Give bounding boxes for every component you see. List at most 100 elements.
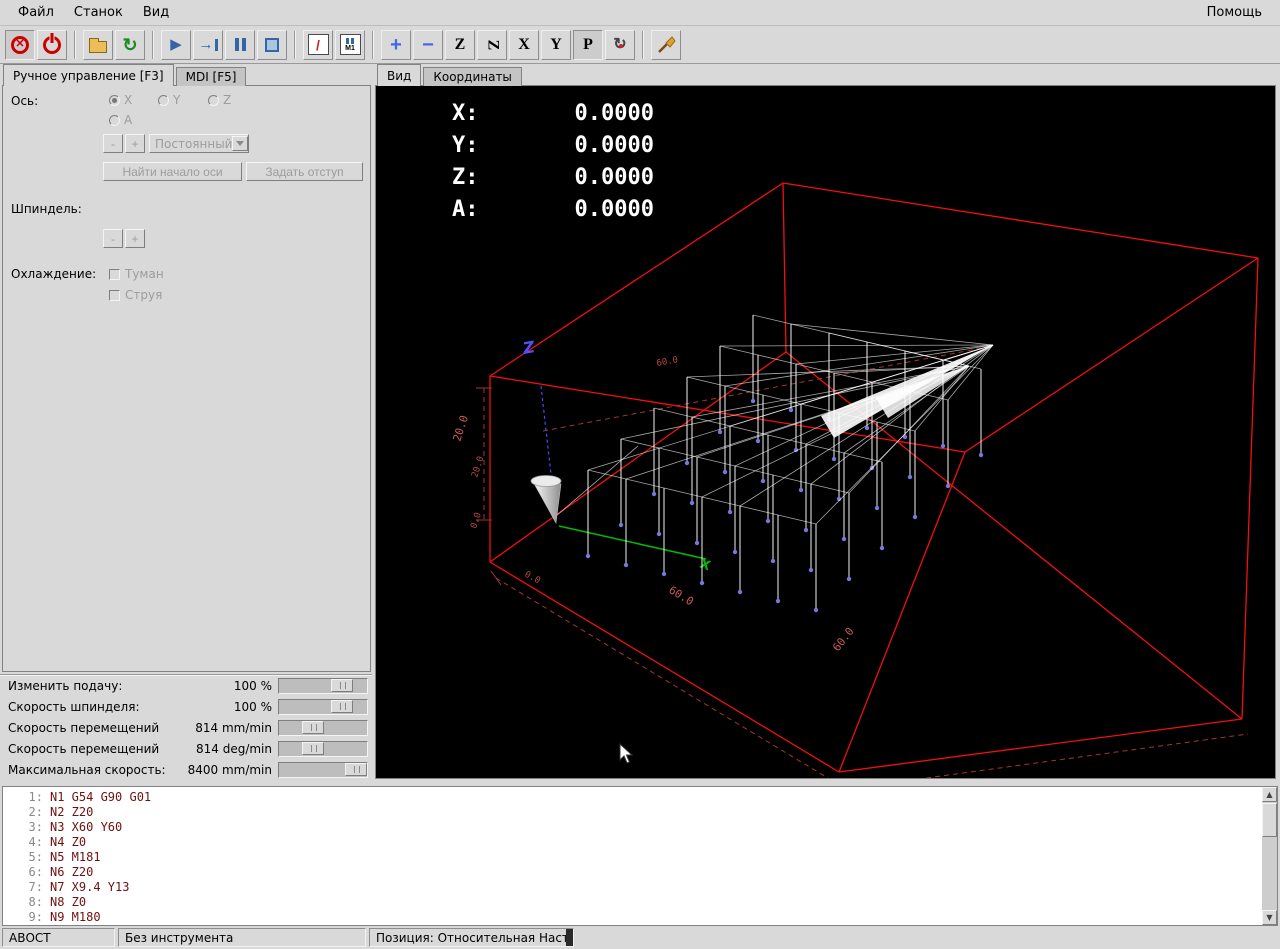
view-z-button[interactable]: Z: [445, 30, 475, 60]
origin-axes: Z X: [520, 337, 712, 574]
pause-button[interactable]: [225, 30, 255, 60]
skip-lines-toggle[interactable]: /: [303, 30, 333, 60]
view-z-rotated-button[interactable]: Z: [477, 30, 507, 60]
toolbar-separator: [372, 31, 374, 59]
zoom-in-button[interactable]: +: [381, 30, 411, 60]
home-axis-button[interactable]: Найти начало оси: [103, 162, 242, 181]
mist-label: Туман: [125, 267, 164, 281]
rotate-view-button[interactable]: ↻: [605, 30, 635, 60]
tab-dro[interactable]: Координаты: [423, 67, 522, 86]
gcode-line[interactable]: 1:N1 G54 G90 G01: [3, 790, 1277, 805]
radio-icon: [158, 95, 169, 106]
open-file-button[interactable]: [83, 30, 113, 60]
jog-minus-button[interactable]: -: [103, 134, 123, 153]
gcode-line-number: 3:: [3, 820, 43, 835]
gcode-line[interactable]: 3: N3 X60 Y60: [3, 820, 1277, 835]
slider-thumb[interactable]: [331, 679, 353, 692]
slider-label: Изменить подачу:: [8, 679, 166, 693]
stop-button[interactable]: [257, 30, 287, 60]
dro-readout: X:0.0000 Y:0.0000 Z:0.0000 A:0.0000: [452, 98, 654, 226]
dro-value: 0.0000: [504, 162, 654, 194]
axis-radio-a[interactable]: A: [109, 113, 132, 127]
slider-value: 814 deg/min: [172, 742, 272, 756]
jog-mode-dropdown[interactable]: Постоянный: [149, 134, 249, 153]
scroll-up-icon[interactable]: ▲: [1262, 787, 1277, 802]
dropdown-arrow-icon: [232, 136, 248, 151]
spindle-override-slider[interactable]: [278, 699, 368, 715]
angular-jog-speed-slider[interactable]: [278, 741, 368, 757]
step-button[interactable]: →: [193, 30, 223, 60]
optional-stop-icon: M1: [340, 34, 361, 55]
run-button[interactable]: ▶: [161, 30, 191, 60]
dim-label-width: 60.0: [666, 583, 695, 608]
estop-button[interactable]: ✕: [5, 30, 35, 60]
machine-power-button[interactable]: [37, 30, 67, 60]
tab-preview[interactable]: Вид: [377, 64, 421, 86]
menu-view[interactable]: Вид: [135, 2, 177, 23]
slider-value: 100 %: [172, 700, 272, 714]
view-perspective-button[interactable]: P: [573, 30, 603, 60]
gcode-line-text: N4 Z0: [50, 835, 86, 850]
gcode-line[interactable]: 9:N9 M180: [3, 910, 1277, 925]
axis-radio-y[interactable]: Y: [158, 93, 180, 107]
scrollbar-thumb[interactable]: [1262, 803, 1277, 837]
axis-radio-x[interactable]: X: [109, 93, 132, 107]
gcode-line[interactable]: 6:N6 Z20: [3, 865, 1277, 880]
rotate-icon: ↻: [613, 37, 626, 53]
view-x-button[interactable]: X: [509, 30, 539, 60]
menu-file[interactable]: Файл: [10, 2, 62, 23]
spindle-plus-button[interactable]: +: [125, 229, 145, 248]
gcode-line-text: N3 X60 Y60: [50, 820, 122, 835]
dro-axis: Z:: [452, 162, 504, 194]
clear-plot-icon: [656, 35, 676, 55]
estop-icon: ✕: [11, 36, 29, 54]
statusbar: АВОСТ Без инструмента Позиция: Относител…: [0, 927, 1280, 949]
reload-button[interactable]: ↻: [115, 30, 145, 60]
menu-help[interactable]: Помощь: [1199, 2, 1270, 23]
spindle-minus-button[interactable]: -: [103, 229, 123, 248]
toolbar: ✕ ↻ ▶ → / M1 + − Z Z: [0, 26, 1280, 64]
slider-label: Скорость перемещений: [8, 742, 166, 756]
gcode-line[interactable]: 7:N7 X9.4 Y13: [3, 880, 1277, 895]
view-y-icon: Y: [550, 37, 562, 53]
zoom-in-icon: +: [390, 35, 402, 55]
status-position: Позиция: Относительная Насто: [369, 928, 574, 947]
menu-machine[interactable]: Станок: [66, 2, 131, 23]
gcode-line[interactable]: 5:N5 M181: [3, 850, 1277, 865]
max-velocity-slider[interactable]: [278, 762, 368, 778]
jog-speed-slider[interactable]: [278, 720, 368, 736]
slider-thumb[interactable]: [345, 763, 367, 776]
axis-radio-z-label: Z: [223, 93, 231, 107]
view-z-icon: Z: [455, 37, 466, 53]
gcode-scrollbar[interactable]: ▲ ▼: [1262, 787, 1277, 925]
gcode-line[interactable]: 2:N2 Z20: [3, 805, 1277, 820]
clear-plot-button[interactable]: [651, 30, 681, 60]
optional-stop-toggle[interactable]: M1: [335, 30, 365, 60]
scroll-down-icon[interactable]: ▼: [1262, 910, 1277, 925]
gcode-line-number: 2:: [3, 805, 43, 820]
gcode-line[interactable]: 8:N8 Z0: [3, 895, 1277, 910]
feed-override-slider[interactable]: [278, 678, 368, 694]
gcode-lines: 1:N1 G54 G90 G01 2:N2 Z20 3: N3 X60 Y60 4…: [3, 787, 1277, 925]
dim-label-zero-a: 0.0: [469, 511, 484, 530]
tab-mdi[interactable]: MDI [F5]: [176, 67, 247, 86]
axis-radio-z[interactable]: Z: [208, 93, 231, 107]
pause-icon: [235, 38, 246, 51]
view-y-button[interactable]: Y: [541, 30, 571, 60]
slider-label: Скорость шпинделя:: [8, 700, 166, 714]
gcode-line[interactable]: 4:N4 Z0: [3, 835, 1277, 850]
slider-thumb[interactable]: [302, 742, 324, 755]
slider-thumb[interactable]: [302, 721, 324, 734]
flood-checkbox[interactable]: Струя: [109, 288, 162, 302]
tab-manual-control[interactable]: Ручное управление [F3]: [3, 64, 174, 86]
gcode-listing[interactable]: 1:N1 G54 G90 G01 2:N2 Z20 3: N3 X60 Y60 4…: [2, 786, 1278, 926]
jog-plus-button[interactable]: +: [125, 134, 145, 153]
mist-checkbox[interactable]: Туман: [109, 267, 164, 281]
radio-icon: [109, 115, 120, 126]
machine-limits-box: [490, 183, 1258, 772]
zoom-out-button[interactable]: −: [413, 30, 443, 60]
slider-thumb[interactable]: [331, 700, 353, 713]
preview-canvas[interactable]: 20.0 20.0 0.0 0.0 60.0 60.0 60.0 Z X: [375, 85, 1276, 779]
touch-off-button[interactable]: Задать отступ: [246, 162, 363, 181]
overrides-panel: Изменить подачу: 100 % Скорость шпинделя…: [0, 674, 372, 782]
